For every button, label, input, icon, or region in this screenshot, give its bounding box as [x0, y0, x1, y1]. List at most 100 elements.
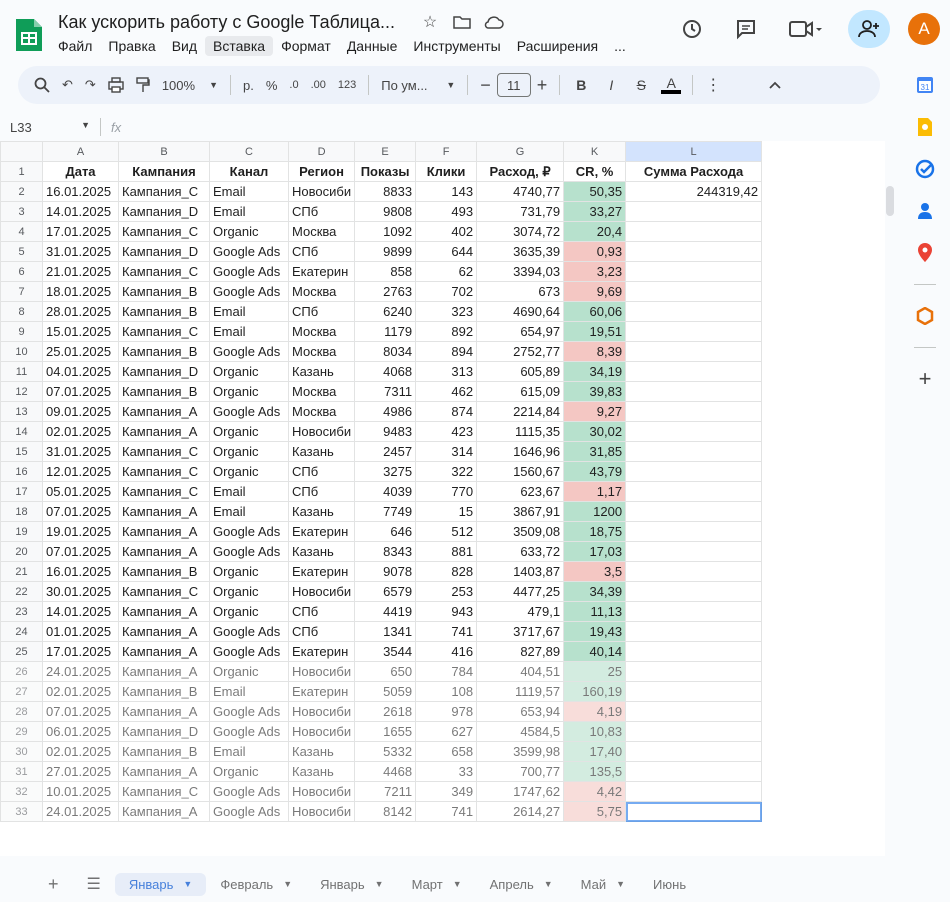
cell-region[interactable]: Москва	[287, 221, 356, 242]
decrease-decimal-button[interactable]: .0	[283, 71, 304, 99]
cell-region[interactable]: Казань	[287, 361, 356, 382]
cell-channel[interactable]: Organic	[209, 661, 289, 682]
move-folder-icon[interactable]	[452, 12, 472, 32]
cell-cr[interactable]: 3,23	[563, 261, 627, 282]
row-number[interactable]: 8	[0, 301, 43, 322]
column-header-e[interactable]: E	[354, 141, 417, 162]
row-number[interactable]: 14	[0, 421, 43, 442]
cell-date[interactable]: 16.01.2025	[42, 561, 119, 582]
cell-cr[interactable]: 17,03	[563, 541, 627, 562]
cell-date[interactable]: 04.01.2025	[42, 361, 119, 382]
cell-cr[interactable]: 20,4	[563, 221, 627, 242]
cell-date[interactable]: 02.01.2025	[42, 421, 119, 442]
cell-impressions[interactable]: 8142	[354, 801, 417, 822]
cell-empty[interactable]	[625, 361, 763, 382]
cell-campaign[interactable]: Кампания_A	[118, 421, 210, 442]
cell-empty[interactable]	[625, 321, 763, 342]
row-number[interactable]: 10	[0, 341, 43, 362]
cell-impressions[interactable]: 8833	[354, 181, 417, 202]
cell-campaign[interactable]: Кампания_B	[118, 681, 210, 702]
cell-campaign[interactable]: Кампания_D	[118, 241, 210, 262]
cell-channel[interactable]: Google Ads	[209, 401, 289, 422]
more-options-icon[interactable]: ⋮	[699, 71, 727, 99]
version-history-icon[interactable]	[674, 11, 710, 47]
cell-spend[interactable]: 623,67	[476, 481, 565, 502]
paint-format-icon[interactable]	[130, 71, 156, 99]
cell-date[interactable]: 30.01.2025	[42, 581, 119, 602]
add-sheet-icon[interactable]: +	[0, 870, 73, 899]
cell-spend[interactable]: 3867,91	[476, 501, 565, 522]
cell-cr[interactable]: 10,83	[563, 721, 627, 742]
menu-tools[interactable]: Инструменты	[405, 36, 508, 56]
cell-campaign[interactable]: Кампания_C	[118, 321, 210, 342]
column-header-a[interactable]: A	[42, 141, 119, 162]
cell-empty[interactable]	[625, 721, 763, 742]
cell-impressions[interactable]: 7749	[354, 501, 417, 522]
cell-clicks[interactable]: 322	[415, 461, 478, 482]
cell-campaign[interactable]: Кампания_C	[118, 481, 210, 502]
sheet-tab-4[interactable]: Март ▼	[398, 873, 476, 896]
row-number[interactable]: 12	[0, 381, 43, 402]
menu-view[interactable]: Вид	[164, 36, 205, 56]
cell-region[interactable]: Новосиби	[287, 581, 356, 602]
cell-clicks[interactable]: 894	[415, 341, 478, 362]
cell-campaign[interactable]: Кампания_A	[118, 701, 210, 722]
cell-cr[interactable]: 34,19	[563, 361, 627, 382]
cell-clicks[interactable]: 784	[415, 661, 478, 682]
cell-impressions[interactable]: 8034	[354, 341, 417, 362]
cell-channel[interactable]: Organic	[209, 581, 289, 602]
cell-channel[interactable]: Organic	[209, 441, 289, 462]
cell-region[interactable]: Екатерин	[287, 681, 356, 702]
cell-clicks[interactable]: 416	[415, 641, 478, 662]
cell-impressions[interactable]: 4419	[354, 601, 417, 622]
cell-empty[interactable]	[625, 601, 763, 622]
cell-campaign[interactable]: Кампания_B	[118, 301, 210, 322]
menu-more[interactable]: ...	[606, 36, 634, 56]
cell-region[interactable]: Новосиби	[287, 421, 356, 442]
cell-date[interactable]: 24.01.2025	[42, 661, 119, 682]
row-number[interactable]: 2	[0, 181, 43, 202]
cell-campaign[interactable]: Кампания_B	[118, 381, 210, 402]
cell-campaign[interactable]: Кампания_D	[118, 721, 210, 742]
cell-cr[interactable]: 43,79	[563, 461, 627, 482]
cell-impressions[interactable]: 2457	[354, 441, 417, 462]
cell-impressions[interactable]: 646	[354, 521, 417, 542]
cell-date[interactable]: 14.01.2025	[42, 201, 119, 222]
cell-clicks[interactable]: 323	[415, 301, 478, 322]
cell-date[interactable]: 07.01.2025	[42, 541, 119, 562]
increase-decimal-button[interactable]: .00	[305, 71, 332, 99]
cell-campaign[interactable]: Кампания_C	[118, 781, 210, 802]
cell-region[interactable]: Казань	[287, 441, 356, 462]
cell-impressions[interactable]: 1341	[354, 621, 417, 642]
cell-cr[interactable]: 17,40	[563, 741, 627, 762]
column-header-k[interactable]: K	[563, 141, 627, 162]
cell-region[interactable]: Москва	[287, 341, 356, 362]
redo-icon[interactable]: ↷	[79, 71, 102, 99]
bold-button[interactable]: B	[566, 71, 596, 99]
header-cell-date[interactable]: Дата	[42, 161, 119, 182]
cell-region[interactable]: Новосиби	[287, 781, 356, 802]
cell-impressions[interactable]: 650	[354, 661, 417, 682]
cell-cr[interactable]: 25	[563, 661, 627, 682]
cell-spend[interactable]: 4740,77	[476, 181, 565, 202]
column-header-c[interactable]: C	[209, 141, 289, 162]
cell-campaign[interactable]: Кампания_A	[118, 521, 210, 542]
cell-region[interactable]: Москва	[287, 321, 356, 342]
cell-cr[interactable]: 0,93	[563, 241, 627, 262]
cell-campaign[interactable]: Кампания_A	[118, 401, 210, 422]
cell-date[interactable]: 31.01.2025	[42, 441, 119, 462]
cell-clicks[interactable]: 874	[415, 401, 478, 422]
add-addon-icon[interactable]: +	[914, 366, 936, 391]
cell-campaign[interactable]: Кампания_C	[118, 461, 210, 482]
cell-region[interactable]: Новосиби	[287, 701, 356, 722]
cell-date[interactable]: 17.01.2025	[42, 641, 119, 662]
row-number[interactable]: 33	[0, 801, 43, 822]
row-number[interactable]: 5	[0, 241, 43, 262]
font-family-select[interactable]: По ум... ▼	[375, 71, 461, 99]
cell-clicks[interactable]: 512	[415, 521, 478, 542]
cell-empty[interactable]	[625, 661, 763, 682]
search-menus-icon[interactable]	[28, 71, 56, 99]
sheet-tab-3[interactable]: Январь ▼	[306, 873, 397, 896]
cell-clicks[interactable]: 978	[415, 701, 478, 722]
cell-spend[interactable]: 2214,84	[476, 401, 565, 422]
